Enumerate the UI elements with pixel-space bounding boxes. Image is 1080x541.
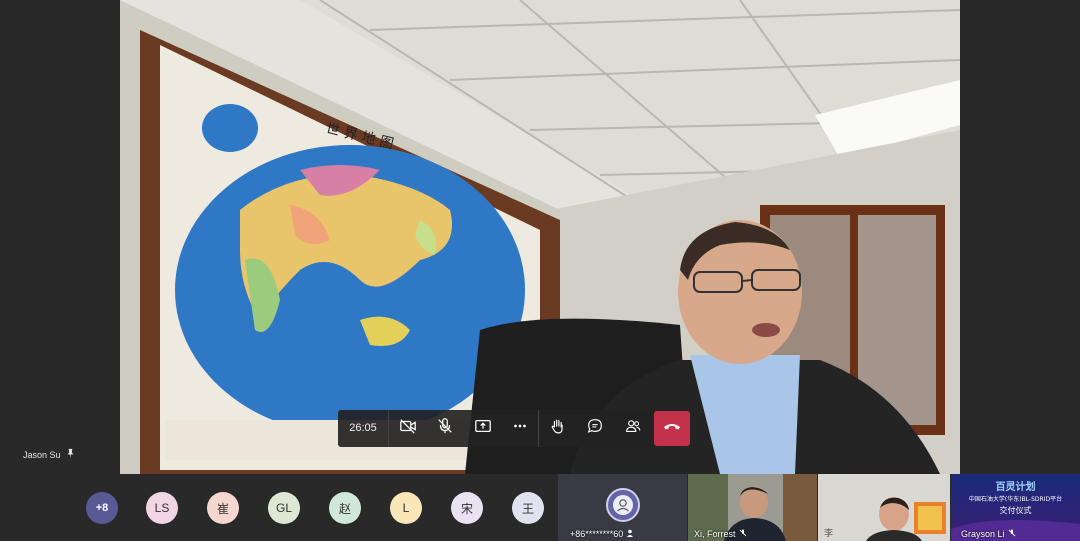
camera-toggle-button[interactable] [389,410,427,447]
pinned-participant-label: Jason Su [23,448,76,461]
participant-name: +86********60 [570,529,624,539]
more-actions-button[interactable] [502,410,539,447]
participant-name: Xi, Forrest [694,529,736,539]
participants-button[interactable] [614,410,652,447]
camera-off-icon [399,417,417,440]
participant-avatar[interactable]: 赵 [329,492,361,524]
person-icon [613,495,633,515]
participants-icon [624,417,642,440]
hang-up-icon [662,416,682,441]
mic-off-icon [436,417,454,440]
participant-tile-xi-forrest[interactable]: Xi, Forrest [688,474,817,541]
participant-avatar[interactable]: 王 [512,492,544,524]
participant-avatar[interactable]: L [390,492,422,524]
phone-user-icon [626,529,634,539]
chat-icon [586,417,604,440]
raise-hand-icon [549,417,567,440]
participant-tile-grayson-li[interactable]: 百灵计划 中国石油大学(华东)BL-SDRID平台 交付仪式 Grayson L… [951,474,1080,541]
participant-tile-li[interactable]: 李 [818,474,950,541]
raise-hand-button[interactable] [539,410,577,447]
chat-button[interactable] [577,410,615,447]
call-controls-bar: 26:05 [338,410,690,447]
share-screen-button[interactable] [464,410,502,447]
main-video: 世 界 地 图 [120,0,960,474]
banner-subtitle: 中国石油大学(华东)BL-SDRID平台 [968,496,1063,503]
mic-off-icon [739,529,747,539]
hang-up-button[interactable] [653,411,690,446]
participant-tile-phone[interactable]: +86********60 [558,474,687,541]
avatar [606,488,640,522]
participant-avatar[interactable]: 崔 [207,492,239,524]
participant-video [818,474,950,541]
more-actions-icon [511,417,529,440]
participant-avatar[interactable]: GL [268,492,300,524]
overflow-participants-button[interactable]: +8 [86,492,118,524]
mic-off-icon [1008,529,1016,539]
banner-caption: 交付仪式 [999,506,1032,515]
banner-title: 百灵计划 [995,482,1036,493]
participant-avatar[interactable]: 宋 [451,492,483,524]
participant-name: Grayson Li [961,529,1005,539]
main-video-scene: 世 界 地 图 [120,0,960,474]
pinned-participant-name: Jason Su [23,449,61,460]
participant-name: 李 [824,528,834,538]
participant-avatar[interactable]: LS [146,492,178,524]
share-screen-icon [474,417,492,440]
pin-icon[interactable] [65,448,76,461]
call-timer: 26:05 [338,410,389,447]
mic-toggle-button[interactable] [427,410,465,447]
video-stage: 世 界 地 图 Jason Su 26:05 [0,0,1080,474]
